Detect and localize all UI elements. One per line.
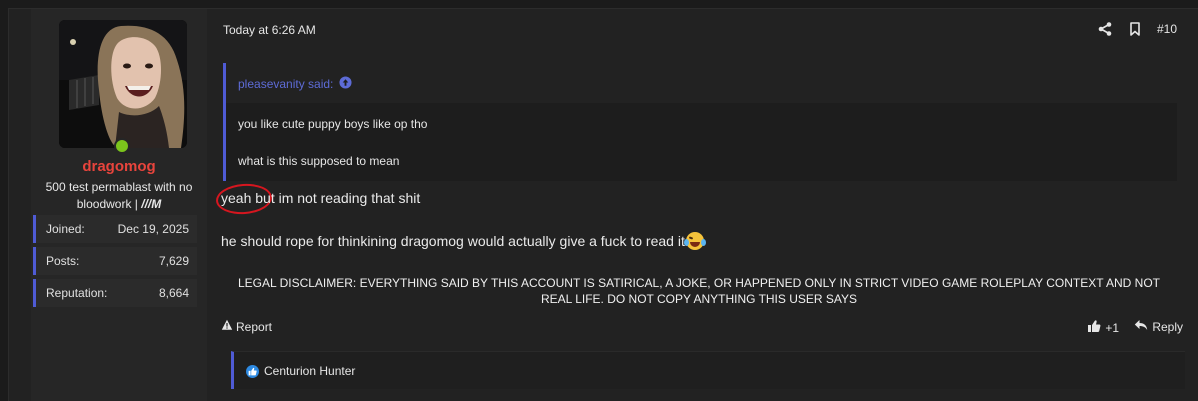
thumbs-up-icon bbox=[1087, 319, 1101, 336]
arrow-up-circle-icon bbox=[339, 76, 352, 92]
signature-disclaimer: LEGAL DISCLAIMER: EVERYTHING SAID BY THI… bbox=[237, 276, 1160, 306]
quote-line: you like cute puppy boys like op tho bbox=[238, 117, 428, 131]
reactions-summary[interactable]: Centurion Hunter bbox=[246, 364, 355, 378]
laughing-emoji-icon bbox=[683, 232, 706, 250]
stat-value: 8,664 bbox=[158, 286, 189, 300]
like-badge-icon bbox=[246, 364, 259, 378]
reply-label: Reply bbox=[1152, 319, 1183, 334]
react-button[interactable]: +1 bbox=[1087, 319, 1119, 336]
post-actions: #10 bbox=[1097, 21, 1177, 37]
report-button[interactable]: Report bbox=[221, 319, 272, 334]
user-title-signature: ///M bbox=[141, 197, 162, 211]
reactions-bar: Centurion Hunter bbox=[231, 351, 1185, 389]
reaction-label: +1 bbox=[1105, 320, 1119, 335]
user-title-text: 500 test permablast with no bloodwork | bbox=[45, 180, 193, 211]
quote-author: pleasevanity said: bbox=[238, 77, 334, 91]
quote-author-link[interactable]: pleasevanity said: bbox=[238, 76, 352, 92]
reactions-user: Centurion Hunter bbox=[264, 364, 356, 378]
stat-label: Joined: bbox=[46, 222, 85, 236]
quote-line: what is this supposed to mean bbox=[238, 154, 400, 168]
stat-value: Dec 19, 2025 bbox=[117, 222, 189, 236]
quote-header: pleasevanity said: bbox=[226, 63, 1177, 103]
share-icon[interactable] bbox=[1097, 21, 1113, 37]
reply-icon bbox=[1134, 319, 1148, 334]
stat-label: Posts: bbox=[46, 254, 80, 268]
post-date[interactable]: Today at 6:26 AM bbox=[223, 23, 316, 37]
quote-block: pleasevanity said: you like cute puppy b… bbox=[223, 63, 1177, 181]
message-line-with-emoji: he should rope for thinkining dragomog w… bbox=[221, 232, 706, 250]
avatar-image bbox=[59, 20, 187, 148]
avatar[interactable] bbox=[59, 20, 187, 148]
username[interactable]: dragomog bbox=[31, 158, 207, 175]
stat-joined: Joined: Dec 19, 2025 bbox=[33, 215, 197, 243]
reply-button[interactable]: Reply bbox=[1134, 319, 1183, 334]
stat-reputation: Reputation: 8,664 bbox=[33, 279, 197, 307]
post-main: Today at 6:26 AM #10 pleasevanity said: … bbox=[215, 9, 1198, 401]
post-number[interactable]: #10 bbox=[1157, 22, 1177, 36]
stat-value: 7,629 bbox=[158, 254, 189, 268]
stat-posts: Posts: 7,629 bbox=[33, 247, 197, 275]
post-container: dragomog 500 test permablast with no blo… bbox=[8, 8, 1198, 401]
user-title: 500 test permablast with no bloodwork | … bbox=[41, 179, 197, 213]
online-indicator bbox=[114, 138, 130, 154]
user-info-column: dragomog 500 test permablast with no blo… bbox=[31, 9, 207, 401]
report-label: Report bbox=[236, 319, 273, 334]
message-line: he should rope for thinkining dragomog w… bbox=[221, 233, 685, 249]
alert-icon bbox=[221, 319, 233, 334]
message-line: yeah but im not reading that shit bbox=[221, 190, 421, 206]
bookmark-icon[interactable] bbox=[1127, 21, 1143, 37]
stat-label: Reputation: bbox=[46, 286, 108, 300]
